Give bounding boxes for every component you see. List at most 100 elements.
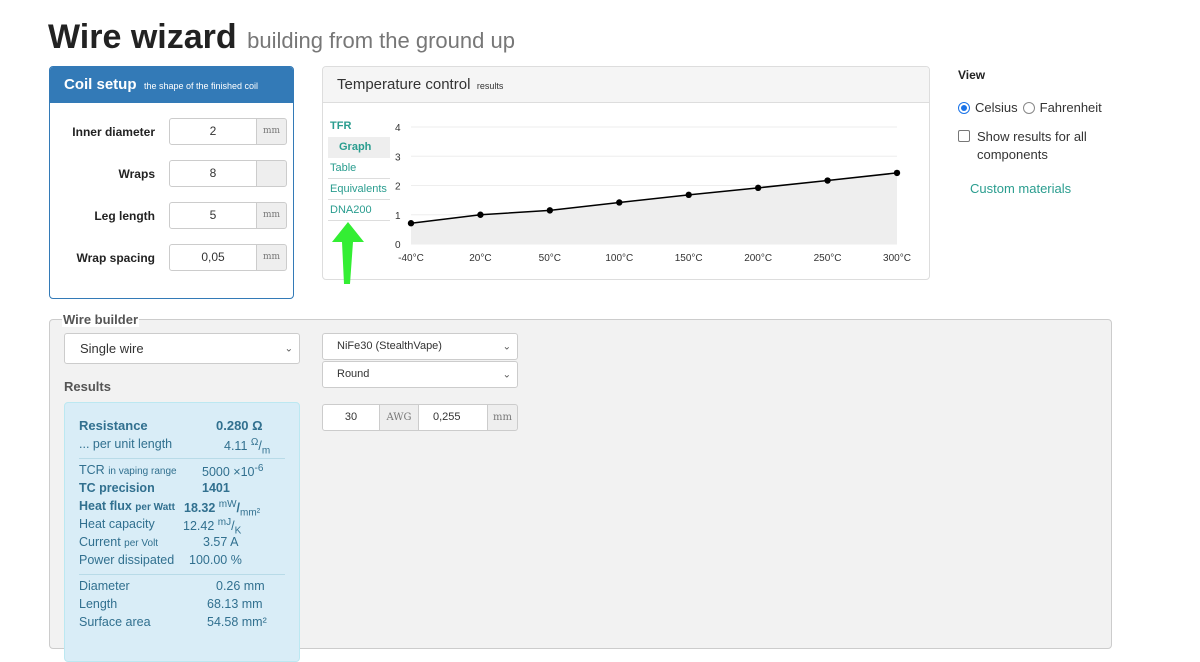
shape-value: Round bbox=[337, 368, 370, 380]
heat-flux-row: Heat flux per Watt 18.32 mW/mm² bbox=[79, 498, 285, 519]
show-all-results-checkbox[interactable] bbox=[958, 130, 970, 142]
gauge-unit: AWG bbox=[379, 404, 419, 431]
chart-data-point bbox=[477, 211, 484, 218]
chart-data-point bbox=[407, 220, 415, 227]
x-tick-label: 50°C bbox=[539, 253, 561, 264]
heat-flux-label: Heat flux per Watt bbox=[79, 499, 175, 513]
tcr-row: TCR in vaping range 5000 ×10-6 bbox=[79, 462, 285, 480]
x-tick-label: 150°C bbox=[675, 253, 703, 264]
divider bbox=[79, 574, 285, 575]
fahrenheit-radio[interactable] bbox=[1022, 101, 1035, 114]
tab-tfr[interactable]: TFR bbox=[328, 116, 390, 137]
temperature-control-header: Temperature control results bbox=[323, 67, 929, 103]
celsius-radio[interactable] bbox=[958, 101, 970, 114]
current-row: Current per Volt 3.57 A bbox=[79, 534, 285, 552]
tab-equivalents[interactable]: Equivalents bbox=[328, 179, 390, 200]
tc-precision-label: TC precision bbox=[79, 481, 155, 495]
view-heading: View bbox=[958, 68, 986, 82]
x-tick-label: 300°C bbox=[883, 253, 911, 264]
chevron-down-icon: ⌄ bbox=[284, 343, 293, 354]
show-all-results-option: Show results for all components bbox=[958, 128, 1138, 164]
wire-type-select[interactable]: Single wire ⌄ bbox=[64, 333, 300, 364]
chevron-down-icon: ⌄ bbox=[502, 369, 511, 380]
tc-precision-row: TC precision 1401 bbox=[79, 480, 285, 498]
chart-data-point bbox=[546, 207, 554, 214]
coil-setup-panel: Coil setup the shape of the finished coi… bbox=[49, 66, 294, 299]
x-tick-label: 20°C bbox=[469, 253, 491, 264]
surface-area-label: Surface area bbox=[79, 615, 151, 629]
heat-capacity-label: Heat capacity bbox=[79, 517, 155, 531]
app-subtitle: building from the ground up bbox=[247, 28, 515, 53]
tc-precision-value: 1401 bbox=[202, 481, 230, 495]
power-label: Power dissipated bbox=[79, 553, 175, 567]
wraps-row: Wraps 8 bbox=[50, 160, 293, 187]
wire-builder-panel: Wire builder Single wire ⌄ Results NiFe3… bbox=[49, 312, 1112, 662]
chart-data-point bbox=[893, 169, 901, 177]
leg-length-label: Leg length bbox=[94, 209, 155, 223]
diameter-value: 0.26 mm bbox=[216, 579, 265, 593]
wire-diameter-unit: mm bbox=[487, 404, 518, 431]
temperature-control-panel: Temperature control results TFR Graph Ta… bbox=[322, 66, 930, 280]
coil-setup-heading: Coil setup bbox=[64, 76, 137, 93]
y-tick-label: 4 bbox=[395, 123, 401, 134]
chart-data-point bbox=[685, 191, 692, 199]
wraps-unit bbox=[256, 160, 287, 187]
shape-select[interactable]: Round ⌄ bbox=[322, 361, 518, 388]
view-panel: View Celsius Fahrenheit Show results for… bbox=[958, 66, 1158, 196]
inner-diameter-label: Inner diameter bbox=[72, 125, 155, 139]
length-value: 68.13 mm bbox=[207, 597, 263, 611]
divider bbox=[79, 458, 285, 459]
inner-diameter-unit: mm bbox=[256, 118, 287, 145]
length-row: Length 68.13 mm bbox=[79, 596, 285, 614]
chart-data-point bbox=[616, 199, 623, 206]
material-select[interactable]: NiFe30 (StealthVape) ⌄ bbox=[322, 333, 518, 360]
current-value: 3.57 A bbox=[203, 535, 239, 549]
leg-length-row: Leg length 5 mm bbox=[50, 202, 293, 229]
show-all-results-label[interactable]: Show results for all components bbox=[958, 128, 1138, 164]
diameter-row: Diameter 0.26 mm bbox=[79, 578, 285, 596]
temperature-tabs: TFR Graph Table Equivalents DNA200 bbox=[328, 116, 390, 221]
resistance-row: Resistance 0.280 Ω bbox=[79, 417, 285, 436]
resistance-label: Resistance bbox=[79, 418, 148, 433]
results-heading: Results bbox=[64, 379, 111, 394]
chart-data-point bbox=[824, 177, 831, 184]
wraps-input[interactable]: 8 bbox=[169, 160, 257, 187]
leg-length-input[interactable]: 5 bbox=[169, 202, 257, 229]
material-value: NiFe30 (StealthVape) bbox=[337, 340, 442, 352]
wire-builder-legend: Wire builder bbox=[62, 312, 140, 327]
tcr-value: 5000 ×10-6 bbox=[202, 463, 264, 480]
y-tick-label: 1 bbox=[395, 211, 401, 222]
per-length-row: ... per unit length 4.11 Ω/m bbox=[79, 436, 285, 457]
fahrenheit-label[interactable]: Fahrenheit bbox=[1040, 100, 1102, 115]
celsius-label[interactable]: Celsius bbox=[975, 100, 1018, 115]
tab-graph[interactable]: Graph bbox=[328, 137, 390, 158]
results-box: Resistance 0.280 Ω ... per unit length 4… bbox=[64, 402, 300, 662]
wire-diameter-input[interactable]: 0,255 bbox=[418, 404, 488, 431]
temperature-unit-radios: Celsius Fahrenheit bbox=[958, 100, 1102, 115]
x-tick-label: -40°C bbox=[398, 253, 424, 264]
inner-diameter-row: Inner diameter 2 mm bbox=[50, 118, 293, 145]
gauge-input[interactable]: 30 bbox=[322, 404, 380, 431]
chevron-down-icon: ⌄ bbox=[502, 341, 511, 352]
app-title: Wire wizard bbox=[48, 18, 237, 56]
custom-materials-link[interactable]: Custom materials bbox=[970, 181, 1071, 196]
wire-type-value: Single wire bbox=[80, 341, 144, 356]
per-length-label: ... per unit length bbox=[79, 437, 173, 451]
diameter-label: Diameter bbox=[79, 579, 130, 593]
power-row: Power dissipated 100.00 % bbox=[79, 552, 285, 570]
wrap-spacing-input[interactable]: 0,05 bbox=[169, 244, 257, 271]
resistance-value: 0.280 Ω bbox=[216, 418, 263, 433]
wraps-label: Wraps bbox=[118, 167, 155, 181]
chart-area bbox=[411, 172, 897, 244]
tab-table[interactable]: Table bbox=[328, 158, 390, 179]
y-tick-label: 0 bbox=[395, 240, 401, 251]
x-tick-label: 250°C bbox=[814, 253, 842, 264]
temperature-control-subheading: results bbox=[476, 81, 504, 91]
y-tick-label: 3 bbox=[395, 152, 401, 163]
coil-setup-subheading: the shape of the finished coil bbox=[143, 81, 259, 91]
tab-dna200[interactable]: DNA200 bbox=[328, 200, 390, 221]
inner-diameter-input[interactable]: 2 bbox=[169, 118, 257, 145]
wrap-spacing-unit: mm bbox=[256, 244, 287, 271]
temperature-graph: 0 1 2 3 4 -40°C 20°C 50°C 100°C 150°C 200°C 250°C 30… bbox=[395, 123, 911, 264]
temperature-control-heading: Temperature control bbox=[337, 76, 471, 93]
